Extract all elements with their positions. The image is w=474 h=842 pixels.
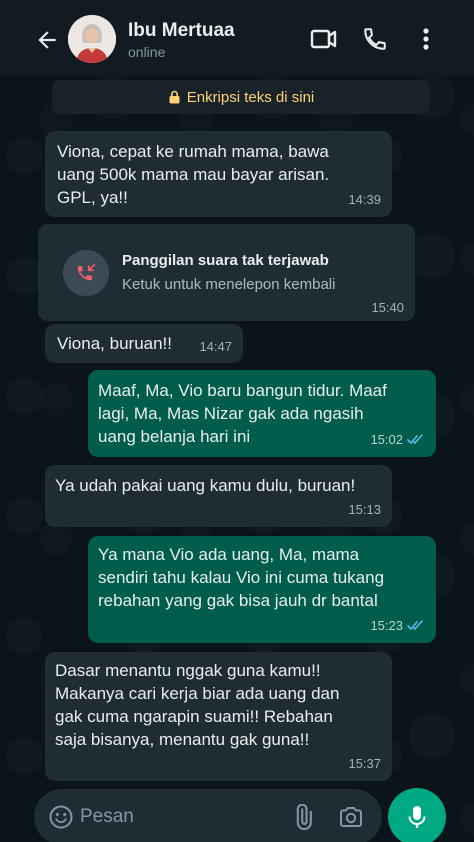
message-timestamp: 14:39 [348, 192, 381, 207]
message-bubble-incoming[interactable]: Dasar menantu nggak guna kamu!! Makanya … [45, 652, 392, 781]
message-bubble-incoming[interactable]: Viona, buruan!! 14:47 [45, 324, 243, 363]
message-bubble-incoming[interactable]: Viona, cepat ke rumah mama, bawa uang 50… [45, 131, 392, 217]
camera-icon[interactable] [338, 804, 364, 830]
message-timestamp: 15:40 [371, 300, 404, 315]
message-bubble-incoming[interactable]: Ya udah pakai uang kamu dulu, buruan! 15… [45, 465, 392, 527]
chat-header: Ibu Mertuaa online [0, 0, 474, 76]
chat-screen: Ibu Mertuaa online Enkripsi teks di sini… [0, 0, 474, 842]
contact-name[interactable]: Ibu Mertuaa [128, 20, 235, 42]
message-time: 15:23 [370, 614, 425, 637]
read-receipt-icon [407, 620, 423, 630]
message-timestamp: 14:47 [199, 339, 232, 354]
avatar[interactable] [68, 15, 116, 63]
read-receipt-icon [407, 434, 423, 444]
message-bubble-outgoing[interactable]: Maaf, Ma, Vio baru bangun tidur. Maaf la… [88, 370, 436, 457]
emoji-icon[interactable] [48, 804, 74, 830]
voice-message-button[interactable] [388, 788, 446, 842]
message-timestamp: 15:13 [348, 502, 381, 517]
video-call-icon[interactable] [310, 26, 338, 52]
message-time: 14:39 [348, 188, 381, 211]
missed-call-title: Panggilan suara tak terjawab [122, 252, 329, 269]
missed-call-subtitle: Ketuk untuk menelepon kembali [122, 276, 336, 293]
encryption-notice-label: Enkripsi teks di sini [186, 88, 315, 106]
message-bubble-outgoing[interactable]: Ya mana Vio ada uang, Ma, mama sendiri t… [88, 536, 436, 643]
missed-call-icon-circle [63, 250, 109, 296]
lock-icon [169, 90, 180, 104]
message-text: Viona, cepat ke rumah mama, bawa uang 50… [57, 142, 330, 207]
message-timestamp: 15:23 [370, 618, 403, 633]
encryption-notice[interactable]: Enkripsi teks di sini [52, 80, 430, 114]
back-arrow-icon[interactable] [34, 27, 60, 53]
message-time: 15:40 [371, 300, 404, 315]
message-time: 14:47 [199, 335, 232, 358]
message-text: Ya mana Vio ada uang, Ma, mama sendiri t… [98, 545, 385, 610]
message-time: 15:02 [370, 428, 425, 451]
message-time: 15:37 [348, 752, 381, 775]
message-timestamp: 15:02 [370, 432, 403, 447]
message-input-bar[interactable]: Pesan [34, 789, 382, 842]
message-text: Dasar menantu nggak guna kamu!! Makanya … [55, 661, 340, 749]
message-time: 15:13 [348, 498, 381, 521]
message-text: Ya udah pakai uang kamu dulu, buruan! [55, 476, 356, 495]
missed-call-card[interactable]: Panggilan suara tak terjawab Ketuk untuk… [38, 224, 415, 321]
voice-call-icon[interactable] [362, 26, 388, 52]
message-timestamp: 15:37 [348, 756, 381, 771]
microphone-icon [408, 806, 426, 828]
message-input[interactable]: Pesan [80, 806, 134, 828]
contact-status: online [128, 44, 166, 60]
attach-paperclip-icon[interactable] [290, 804, 316, 830]
missed-call-icon [77, 263, 96, 281]
more-options-icon[interactable] [418, 26, 434, 52]
avatar-portrait-icon [68, 15, 116, 63]
